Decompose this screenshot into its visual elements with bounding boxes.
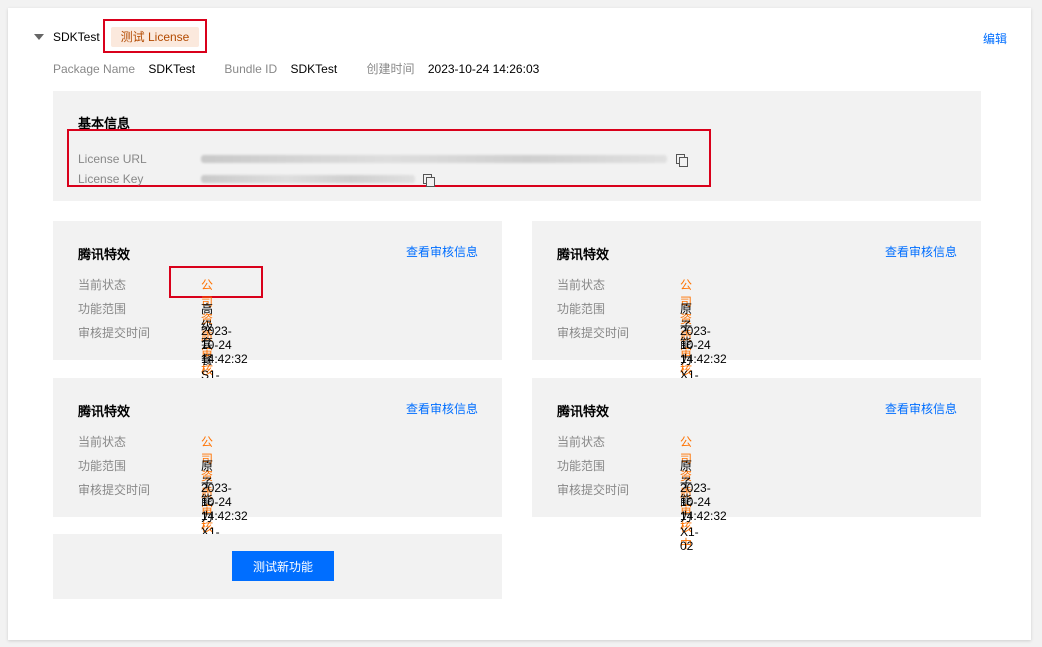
submit-time-label: 审核提交时间 [78, 483, 151, 497]
effect-card: 腾讯特效 查看审核信息 当前状态 公司资质审核中 功能范围 原子能力X1-06 … [53, 378, 502, 553]
scope-label: 功能范围 [557, 302, 606, 316]
license-url-value-blurred[interactable] [201, 155, 667, 163]
license-key-label: License Key [78, 172, 144, 186]
license-panel: SDKTest 测试 License 编辑 Package Name SDKTe… [8, 8, 1031, 640]
submit-time-value: 2023-10-24 14:42:32 [680, 481, 727, 523]
new-feature-card: 测试新功能 [53, 534, 502, 599]
scope-label: 功能范围 [78, 459, 127, 473]
view-review-info-link[interactable]: 查看审核信息 [885, 400, 957, 417]
status-label: 当前状态 [78, 435, 127, 449]
app-name: SDKTest [53, 30, 100, 44]
copy-key-icon[interactable] [423, 174, 435, 187]
submit-time-value: 2023-10-24 14:42:32 [201, 481, 248, 523]
submit-time-value: 2023-10-24 14:42:32 [201, 324, 248, 366]
submit-time-label: 审核提交时间 [557, 326, 630, 340]
scope-label: 功能范围 [557, 459, 606, 473]
bundle-id-label: Bundle ID [224, 62, 278, 76]
created-time-value: 2023-10-24 14:26:03 [427, 62, 540, 76]
collapse-caret-icon[interactable] [34, 34, 44, 40]
edit-link[interactable]: 编辑 [983, 30, 1007, 47]
license-url-label: License URL [78, 152, 147, 166]
status-label: 当前状态 [78, 278, 127, 292]
package-name-value: SDKTest [148, 62, 196, 76]
basic-info-card: 基本信息 License URL License Key [53, 91, 981, 201]
status-label: 当前状态 [557, 278, 606, 292]
status-label: 当前状态 [557, 435, 606, 449]
submit-time-value: 2023-10-24 14:42:32 [680, 324, 727, 366]
license-key-value-blurred[interactable] [201, 175, 415, 183]
effect-card-title: 腾讯特效 [78, 404, 131, 419]
submit-time-label: 审核提交时间 [557, 483, 630, 497]
view-review-info-link[interactable]: 查看审核信息 [406, 243, 478, 260]
package-name-label: Package Name [53, 62, 136, 76]
view-review-info-link[interactable]: 查看审核信息 [885, 243, 957, 260]
effect-card: 腾讯特效 查看审核信息 当前状态 公司资质审核中 功能范围 高级套餐S1-07 … [53, 221, 502, 396]
copy-url-icon[interactable] [676, 154, 688, 167]
effect-card: 腾讯特效 查看审核信息 当前状态 公司资质审核中 功能范围 原子能力X1-02 … [532, 378, 981, 553]
view-review-info-link[interactable]: 查看审核信息 [406, 400, 478, 417]
test-new-feature-button[interactable]: 测试新功能 [232, 551, 334, 581]
bundle-id-value: SDKTest [290, 62, 338, 76]
license-type-tag: 测试 License [111, 27, 199, 47]
effect-card: 腾讯特效 查看审核信息 当前状态 公司资质审核中 功能范围 原子能力X1-01 … [532, 221, 981, 396]
effect-card-title: 腾讯特效 [557, 247, 610, 262]
license-tag-highlight: 测试 License [103, 19, 207, 53]
effect-card-title: 腾讯特效 [78, 247, 131, 262]
scope-label: 功能范围 [78, 302, 127, 316]
submit-time-label: 审核提交时间 [78, 326, 151, 340]
app-meta-row: Package Name SDKTest Bundle ID SDKTest 创… [53, 60, 565, 77]
effect-card-title: 腾讯特效 [557, 404, 610, 419]
created-time-label: 创建时间 [366, 62, 415, 76]
